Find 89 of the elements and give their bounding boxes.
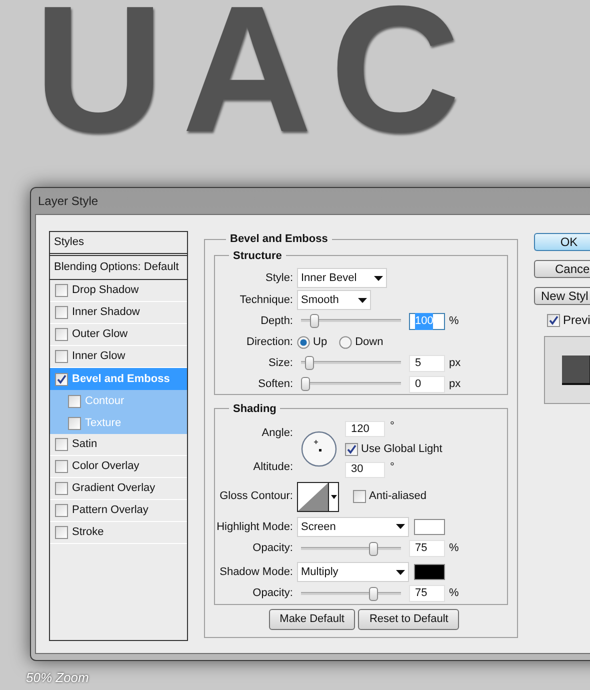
input-field[interactable]: 0 <box>409 376 445 393</box>
dropdown[interactable]: Smooth <box>297 290 371 310</box>
caret-icon <box>358 298 367 302</box>
checkbox[interactable] <box>55 372 68 386</box>
input-field[interactable]: 30 <box>345 462 385 478</box>
checkbox[interactable] <box>55 306 68 319</box>
checkbox[interactable] <box>353 490 366 504</box>
unit-label: ° <box>390 460 394 474</box>
caret-icon <box>374 276 383 280</box>
checkbox[interactable] <box>55 350 68 363</box>
field-label: Direction: <box>246 335 294 350</box>
checkbox[interactable] <box>55 526 68 539</box>
input-field[interactable]: 5 <box>409 354 445 372</box>
field-label: Gloss Contour: <box>218 489 294 504</box>
field-label: Technique: <box>238 292 294 308</box>
checkbox[interactable] <box>547 314 560 326</box>
field-label: Soften: <box>257 376 294 392</box>
checkbox[interactable] <box>68 394 81 408</box>
radio-option[interactable]: Down <box>339 334 384 351</box>
caret-icon <box>396 570 405 575</box>
field-label: Depth: <box>260 314 294 330</box>
unit-label: % <box>449 541 459 556</box>
field-label: Opacity: <box>252 541 294 556</box>
unit-label: px <box>449 376 461 392</box>
slider-thumb[interactable] <box>301 377 310 392</box>
field-label: Shadow Mode: <box>218 564 294 580</box>
slider-thumb[interactable] <box>369 586 378 601</box>
checkbox-option[interactable]: Anti-aliased <box>353 488 426 505</box>
caret-icon <box>330 494 336 499</box>
list-item[interactable]: Satin <box>50 434 187 456</box>
radio-icon <box>297 336 310 349</box>
section-title: Shading <box>232 402 278 416</box>
section-title: Bevel and Emboss <box>229 232 329 247</box>
input-field[interactable]: 75 <box>409 540 445 558</box>
button[interactable]: OK <box>534 233 590 251</box>
caption: 50% Zoom <box>26 669 89 687</box>
button[interactable]: Cance <box>534 260 590 278</box>
field-label: Highlight Mode: <box>216 520 294 535</box>
color-swatch[interactable] <box>414 564 445 580</box>
preview-swatch-icon <box>562 355 590 385</box>
field-label: Size: <box>268 356 294 371</box>
caret-icon <box>396 524 405 530</box>
radio-icon <box>339 336 352 349</box>
section-title: Structure <box>232 248 283 264</box>
unit-label: % <box>449 586 459 602</box>
dropdown[interactable]: Screen <box>297 516 409 537</box>
list-item[interactable]: Gradient Overlay <box>50 478 187 500</box>
field-label: Angle: <box>260 426 294 441</box>
checkbox[interactable] <box>55 504 68 517</box>
unit-label: px <box>449 356 461 371</box>
checkbox[interactable] <box>55 328 68 341</box>
list-item[interactable]: Drop Shadow <box>50 280 187 302</box>
button[interactable]: New Styl <box>534 287 590 305</box>
checkbox[interactable] <box>55 482 68 495</box>
checkbox[interactable] <box>55 284 68 297</box>
checkbox-option[interactable]: Use Global Light <box>345 441 442 458</box>
field-label: Altitude: <box>252 460 294 476</box>
unit-label: ° <box>390 419 394 434</box>
canvas-text: UAC <box>34 0 478 160</box>
color-swatch[interactable] <box>414 518 445 535</box>
list-item[interactable]: Inner Shadow <box>50 302 187 324</box>
input-field[interactable]: 75 <box>409 585 445 602</box>
checkbox[interactable] <box>345 442 358 456</box>
unit-label: % <box>449 314 459 330</box>
field-label: Opacity: <box>252 586 294 602</box>
list-item[interactable]: Pattern Overlay <box>50 500 187 522</box>
dropdown[interactable]: Multiply <box>297 562 409 582</box>
checkbox[interactable] <box>55 460 68 473</box>
slider-thumb[interactable] <box>304 356 314 370</box>
contour-picker[interactable] <box>297 482 339 512</box>
slider-thumb[interactable] <box>310 314 320 328</box>
button[interactable]: Reset to Default <box>358 608 460 630</box>
checkbox-option[interactable]: Previ <box>534 311 590 329</box>
dropdown[interactable]: Inner Bevel <box>297 268 387 288</box>
checkbox[interactable] <box>55 438 68 451</box>
input-field[interactable]: 120 <box>345 421 385 437</box>
checkbox[interactable] <box>68 416 81 430</box>
list-item[interactable]: Outer Glow <box>50 324 187 346</box>
contour-icon <box>298 482 328 511</box>
radio-option[interactable]: Up <box>297 334 328 351</box>
button[interactable]: Make Default <box>268 608 356 630</box>
window-title: Layer Style <box>38 193 98 210</box>
slider-thumb[interactable] <box>369 542 378 556</box>
field-label: Style: <box>264 270 294 286</box>
list-item[interactable]: Color Overlay <box>50 456 187 478</box>
list-item[interactable]: Blending Options: Default <box>50 256 187 280</box>
list-header[interactable]: Styles <box>50 232 187 256</box>
list-item[interactable]: Stroke <box>50 522 187 544</box>
angle-dial-icon <box>301 431 337 467</box>
